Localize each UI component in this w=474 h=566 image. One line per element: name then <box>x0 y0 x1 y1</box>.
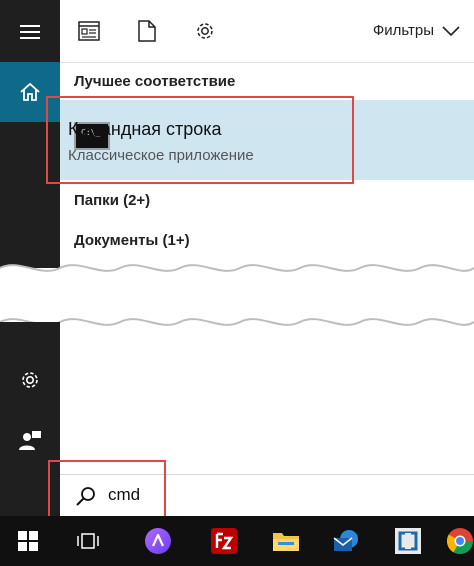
documents-heading[interactable]: Документы (1+) <box>74 232 190 249</box>
gear-icon <box>22 372 38 388</box>
mail-cloud-icon <box>333 530 358 551</box>
apps-filter-button[interactable] <box>76 18 102 44</box>
menu-button[interactable] <box>0 2 60 62</box>
file-explorer-button[interactable] <box>266 521 306 561</box>
settings-button[interactable] <box>0 350 60 410</box>
filezilla-button[interactable] <box>204 521 244 561</box>
results-toolbar: Фильтры <box>60 0 474 63</box>
best-match-heading: Лучшее соответствие <box>74 73 236 90</box>
windows-logo-icon <box>18 531 38 551</box>
settings-filter-button[interactable] <box>192 18 218 44</box>
hamburger-icon <box>20 25 40 39</box>
torn-edge-separator <box>0 264 474 326</box>
chrome-icon <box>446 528 474 555</box>
taskbar <box>0 516 474 566</box>
gear-icon <box>197 23 213 39</box>
filters-label: Фильтры <box>372 22 434 39</box>
search-highlight-box <box>48 460 166 520</box>
mail-app-button[interactable] <box>326 521 366 561</box>
chrome-button[interactable] <box>446 521 474 561</box>
document-icon <box>138 20 156 42</box>
alice-assistant-button[interactable] <box>138 521 178 561</box>
result-highlight-box <box>46 96 354 184</box>
filters-dropdown[interactable]: Фильтры <box>373 22 460 39</box>
app-window-icon <box>78 21 100 41</box>
documents-filter-button[interactable] <box>134 18 160 44</box>
folders-heading[interactable]: Папки (2+) <box>74 192 150 209</box>
start-button[interactable] <box>8 521 48 561</box>
home-icon <box>20 82 40 101</box>
user-feedback-icon <box>19 431 41 450</box>
vpn-app-button[interactable] <box>388 521 428 561</box>
task-view-icon <box>77 533 99 549</box>
task-view-button[interactable] <box>68 521 108 561</box>
filezilla-icon <box>211 528 237 554</box>
bracket-square-icon <box>395 528 421 554</box>
alice-icon <box>145 528 171 554</box>
folder-icon <box>273 533 299 551</box>
chevron-down-icon <box>442 25 460 36</box>
